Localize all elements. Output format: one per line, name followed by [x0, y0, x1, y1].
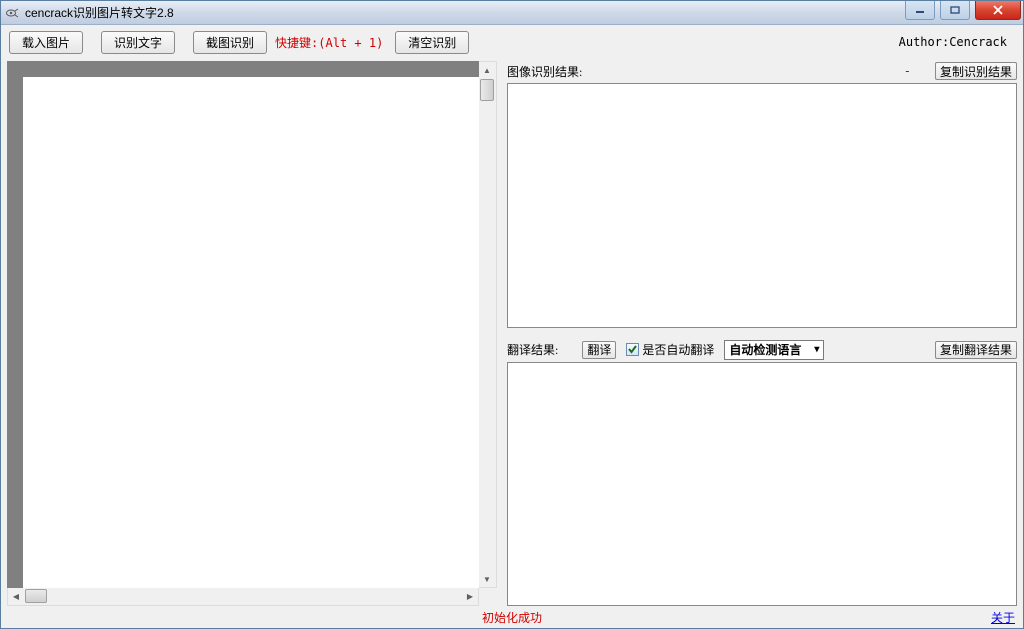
language-combobox-value: 自动检测语言 — [729, 341, 812, 358]
load-image-button[interactable]: 载入图片 — [9, 31, 83, 54]
status-message: 初始化成功 — [482, 609, 542, 626]
window-controls — [902, 1, 1023, 24]
auto-translate-checkbox[interactable]: 是否自动翻译 — [626, 341, 714, 358]
translation-header: 翻译结果: 翻译 是否自动翻译 自动检测语言 ▾ 复制翻译结果 — [507, 340, 1017, 360]
chevron-down-icon: ▾ — [812, 344, 821, 355]
vertical-scroll-thumb[interactable] — [480, 79, 494, 101]
scroll-corner — [479, 588, 497, 606]
about-link[interactable]: 关于 — [991, 609, 1015, 626]
close-button[interactable] — [975, 1, 1021, 20]
toolbar: 载入图片 识别文字 截图识别 快捷键:(Alt + 1) 清空识别 Author… — [1, 25, 1023, 55]
horizontal-scroll-thumb[interactable] — [25, 589, 47, 603]
translation-result-textarea[interactable] — [507, 362, 1017, 607]
vertical-scrollbar[interactable]: ▲ ▼ — [479, 61, 497, 588]
recognize-text-button[interactable]: 识别文字 — [101, 31, 175, 54]
shortcut-hint: 快捷键:(Alt + 1) — [275, 34, 383, 51]
image-viewer: ▲ ▼ ◀ ▶ — [7, 61, 497, 606]
scroll-right-icon[interactable]: ▶ — [462, 588, 478, 604]
window-title: cencrack识别图片转文字2.8 — [25, 4, 902, 21]
titlebar[interactable]: cencrack识别图片转文字2.8 — [1, 1, 1023, 25]
statusbar: 初始化成功 关于 — [1, 606, 1023, 628]
results-panel: 图像识别结果: - 复制识别结果 翻译结果: 翻译 是否自动翻译 自动检测语言 — [497, 61, 1017, 606]
language-combobox[interactable]: 自动检测语言 ▾ — [724, 340, 824, 360]
app-icon — [5, 5, 21, 21]
author-label: Author:Cencrack — [899, 35, 1015, 49]
recognition-header: 图像识别结果: - 复制识别结果 — [507, 61, 1017, 81]
image-canvas[interactable] — [9, 63, 479, 588]
image-panel: ▲ ▼ ◀ ▶ — [7, 61, 497, 606]
translate-button[interactable]: 翻译 — [582, 341, 616, 359]
scroll-left-icon[interactable]: ◀ — [8, 588, 24, 604]
clear-recognition-button[interactable]: 清空识别 — [395, 31, 469, 54]
recognition-result-textarea[interactable] — [507, 83, 1017, 328]
maximize-button[interactable] — [940, 1, 970, 20]
scroll-up-icon[interactable]: ▲ — [479, 62, 495, 78]
scroll-down-icon[interactable]: ▼ — [479, 571, 495, 587]
auto-translate-label: 是否自动翻译 — [642, 341, 714, 358]
screenshot-recognize-button[interactable]: 截图识别 — [193, 31, 267, 54]
translation-title: 翻译结果: — [507, 341, 558, 358]
copy-recognition-button[interactable]: 复制识别结果 — [935, 62, 1017, 80]
recognition-status: - — [904, 64, 911, 78]
recognition-title: 图像识别结果: — [507, 63, 582, 80]
minimize-button[interactable] — [905, 1, 935, 20]
copy-translation-button[interactable]: 复制翻译结果 — [935, 341, 1017, 359]
horizontal-scrollbar[interactable]: ◀ ▶ — [7, 588, 479, 606]
image-canvas-wrap — [7, 61, 479, 588]
content-area: ▲ ▼ ◀ ▶ 图像识别结果: - 复制识别结果 — [1, 55, 1023, 606]
checkmark-icon — [626, 343, 639, 356]
app-window: cencrack识别图片转文字2.8 载入图片 识别文字 截图识别 快捷键:(A… — [0, 0, 1024, 629]
